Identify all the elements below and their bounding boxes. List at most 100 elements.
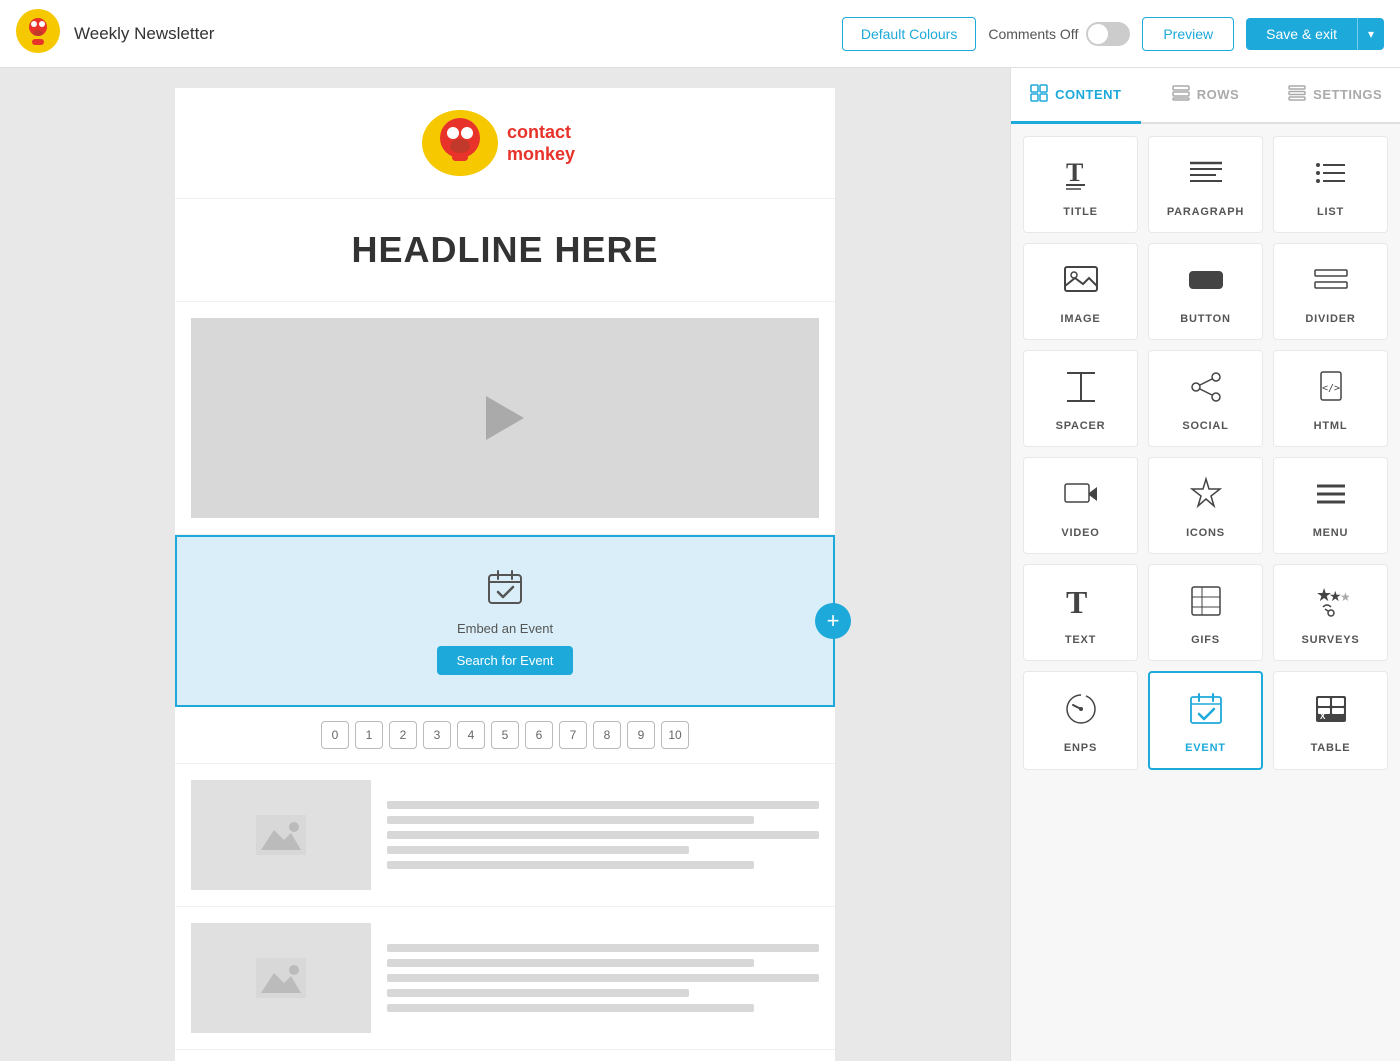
svg-text:monkey: monkey (507, 144, 575, 164)
text-line (387, 989, 689, 997)
comments-toggle-switch[interactable] (1086, 22, 1130, 46)
canvas-social-footer: f 🐦 g+ 📷 in (175, 1050, 835, 1061)
text-icon: T (1063, 583, 1099, 624)
text-line (387, 831, 819, 839)
content-item-social[interactable]: SOCIAL (1148, 350, 1263, 447)
page-5[interactable]: 5 (491, 721, 519, 749)
text-line (387, 1004, 754, 1012)
content-text-lines-1 (387, 780, 819, 890)
canvas-area: contact monkey HEADLINE HERE (0, 68, 1010, 1061)
content-item-social-label: SOCIAL (1182, 420, 1228, 432)
content-item-title[interactable]: T TITLE (1023, 136, 1138, 233)
content-item-surveys-label: SURVEYS (1302, 634, 1360, 646)
enps-icon (1063, 691, 1099, 732)
page-9[interactable]: 9 (627, 721, 655, 749)
canvas-headline-block: HEADLINE HERE (175, 199, 835, 302)
svg-text:★: ★ (1340, 590, 1349, 604)
canvas-pagination: 0 1 2 3 4 5 6 7 8 9 10 (175, 707, 835, 764)
content-tab-icon (1030, 84, 1048, 105)
content-item-html[interactable]: </> HTML (1273, 350, 1388, 447)
page-10[interactable]: 10 (661, 721, 689, 749)
default-colours-button[interactable]: Default Colours (842, 17, 977, 51)
content-item-image[interactable]: IMAGE (1023, 243, 1138, 340)
social-icon (1188, 369, 1224, 410)
content-item-list[interactable]: LIST (1273, 136, 1388, 233)
app-logo (16, 9, 60, 58)
tab-settings[interactable]: SETTINGS (1270, 68, 1400, 124)
page-8[interactable]: 8 (593, 721, 621, 749)
svg-text:contact: contact (507, 122, 571, 142)
content-items-grid: T TITLE PARAGRAPH (1011, 124, 1400, 1061)
text-line (387, 801, 819, 809)
svg-text:</>: </> (1322, 383, 1340, 394)
content-item-divider-label: DIVIDER (1305, 313, 1355, 325)
page-1[interactable]: 1 (355, 721, 383, 749)
surveys-icon: ★ ★ ★ (1313, 583, 1349, 624)
page-3[interactable]: 3 (423, 721, 451, 749)
main-layout: contact monkey HEADLINE HERE (0, 68, 1400, 1061)
right-panel: CONTENT ROWS (1010, 68, 1400, 1061)
save-exit-group: Save & exit ▾ (1246, 18, 1384, 50)
text-line (387, 959, 754, 967)
page-2[interactable]: 2 (389, 721, 417, 749)
video-placeholder (191, 318, 819, 518)
page-title: Weekly Newsletter (74, 24, 842, 44)
tab-content[interactable]: CONTENT (1011, 68, 1141, 124)
content-item-spacer[interactable]: SPACER (1023, 350, 1138, 447)
content-item-menu[interactable]: MENU (1273, 457, 1388, 554)
content-item-gifs[interactable]: GIFS (1148, 564, 1263, 661)
search-event-button[interactable]: Search for Event (437, 646, 574, 675)
content-item-surveys[interactable]: ★ ★ ★ SURVEYS (1273, 564, 1388, 661)
content-item-html-label: HTML (1314, 420, 1348, 432)
page-6[interactable]: 6 (525, 721, 553, 749)
html-icon: </> (1313, 369, 1349, 410)
content-item-icons[interactable]: ICONS (1148, 457, 1263, 554)
content-item-event[interactable]: EVENT (1148, 671, 1263, 770)
tab-rows[interactable]: ROWS (1141, 68, 1271, 124)
save-exit-dropdown-button[interactable]: ▾ (1357, 18, 1384, 50)
canvas-logo-block: contact monkey (175, 88, 835, 199)
header: Weekly Newsletter Default Colours Commen… (0, 0, 1400, 68)
content-text-lines-2 (387, 923, 819, 1033)
header-actions: Default Colours Comments Off Preview Sav… (842, 17, 1384, 51)
tab-rows-label: ROWS (1197, 87, 1239, 102)
rows-tab-icon (1172, 84, 1190, 105)
content-image-2 (191, 923, 371, 1033)
content-item-enps[interactable]: ENPS (1023, 671, 1138, 770)
content-item-divider[interactable]: DIVIDER (1273, 243, 1388, 340)
preview-button[interactable]: Preview (1142, 17, 1234, 51)
canvas-content-row-1 (175, 764, 835, 907)
canvas-headline: HEADLINE HERE (205, 229, 805, 271)
panel-tabs: CONTENT ROWS (1011, 68, 1400, 124)
page-4[interactable]: 4 (457, 721, 485, 749)
content-item-button[interactable]: BUTTON (1148, 243, 1263, 340)
settings-tab-icon (1288, 84, 1306, 105)
paragraph-icon (1188, 155, 1224, 196)
table-icon: X (1313, 691, 1349, 732)
save-exit-button[interactable]: Save & exit (1246, 18, 1357, 50)
content-item-table-label: TABLE (1311, 742, 1351, 754)
text-line (387, 816, 754, 824)
button-icon (1188, 262, 1224, 303)
canvas-event-block[interactable]: Embed an Event Search for Event + (175, 535, 835, 707)
content-item-gifs-label: GIFS (1191, 634, 1220, 646)
content-item-table[interactable]: X TABLE (1273, 671, 1388, 770)
event-calendar-icon (485, 567, 525, 615)
list-icon (1313, 155, 1349, 196)
page-0[interactable]: 0 (321, 721, 349, 749)
svg-text:T: T (1066, 584, 1087, 619)
content-item-paragraph-label: PARAGRAPH (1167, 206, 1244, 218)
page-7[interactable]: 7 (559, 721, 587, 749)
menu-icon (1313, 476, 1349, 517)
email-canvas: contact monkey HEADLINE HERE (175, 88, 835, 1041)
event-icon (1188, 691, 1224, 732)
content-item-paragraph[interactable]: PARAGRAPH (1148, 136, 1263, 233)
text-line (387, 846, 689, 854)
add-block-button[interactable]: + (815, 603, 851, 639)
canvas-content-row-2 (175, 907, 835, 1050)
spacer-icon (1063, 369, 1099, 410)
content-item-menu-label: MENU (1313, 527, 1349, 539)
content-item-text[interactable]: T TEXT (1023, 564, 1138, 661)
content-item-text-label: TEXT (1065, 634, 1096, 646)
content-item-video[interactable]: VIDEO (1023, 457, 1138, 554)
